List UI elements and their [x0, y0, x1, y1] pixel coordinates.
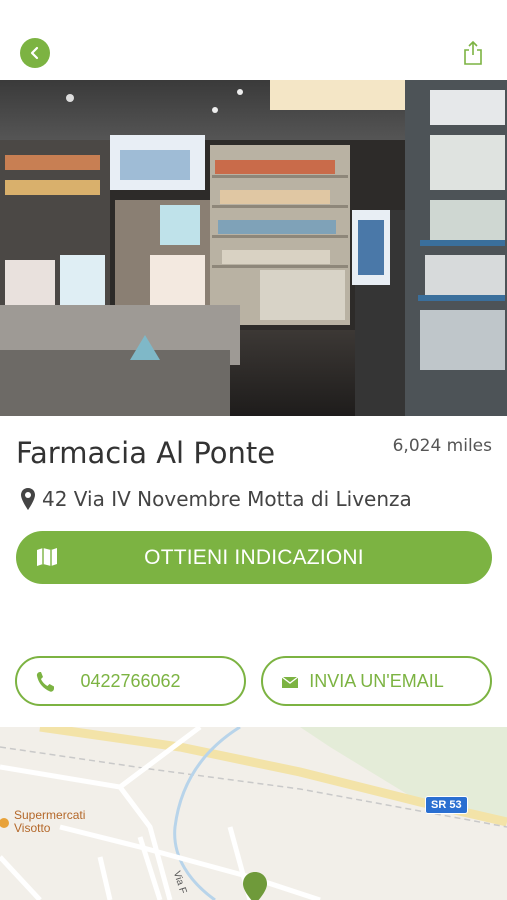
share-button[interactable]: [463, 40, 483, 66]
map-icon: [37, 548, 57, 566]
get-directions-label: OTTIENI INDICAZIONI: [144, 545, 364, 569]
send-email-label: INVIA UN'EMAIL: [309, 670, 444, 691]
road-badge: SR 53: [425, 796, 468, 814]
map-marker-icon[interactable]: [242, 871, 268, 900]
chevron-left-icon: [30, 46, 39, 60]
send-email-button[interactable]: INVIA UN'EMAIL: [261, 656, 492, 706]
location-pin-icon: [21, 488, 35, 510]
distance-label: 6,024 miles: [392, 436, 492, 456]
pharmacy-photo: [0, 80, 507, 416]
get-directions-button[interactable]: OTTIENI INDICAZIONI: [16, 531, 492, 584]
back-button[interactable]: [20, 38, 50, 68]
mail-icon: [281, 676, 299, 688]
phone-number-label: 0422766062: [80, 670, 181, 691]
pharmacy-name: Farmacia Al Ponte: [16, 436, 276, 470]
location-map[interactable]: Supermercati Visotto SR 53 Via F: [0, 727, 507, 900]
address-text: 42 Via IV Novembre Motta di Livenza: [42, 487, 412, 511]
top-bar: [0, 0, 507, 80]
call-button[interactable]: 0422766062: [15, 656, 246, 706]
share-icon: [464, 40, 482, 65]
address-row: 42 Via IV Novembre Motta di Livenza: [20, 487, 412, 511]
map-poi-label: Supermercati Visotto: [14, 808, 86, 835]
phone-icon: [36, 672, 54, 692]
